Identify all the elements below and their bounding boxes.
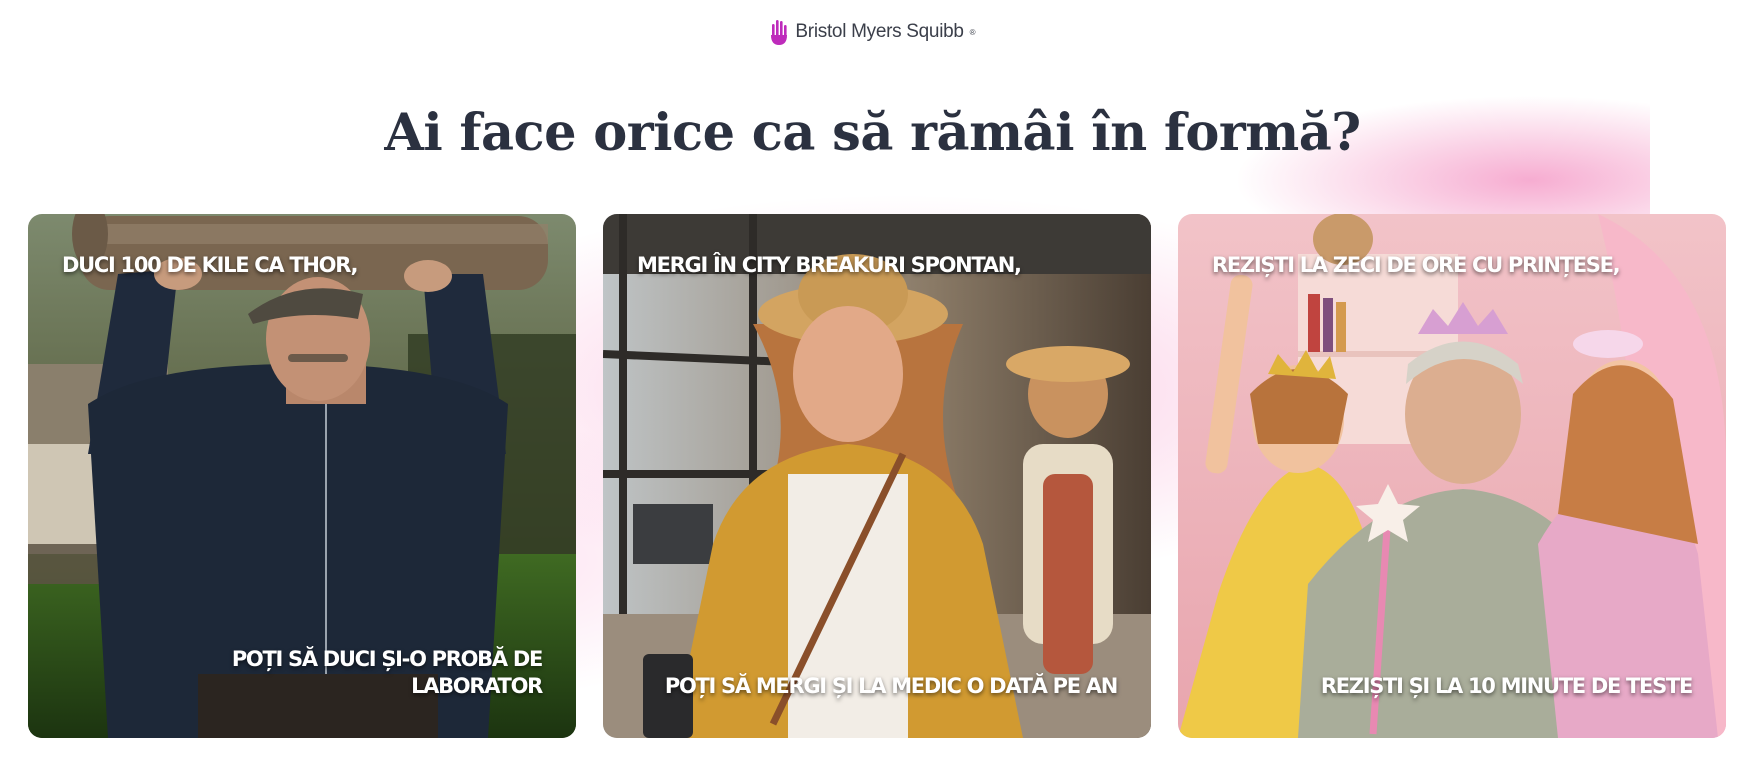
- card-bottom-caption: POȚI SĂ DUCI ȘI-O PROBĂ DE LABORATOR: [231, 647, 543, 698]
- photo-grandpa-princesses: [1178, 214, 1726, 738]
- card-bottom-caption: REZIȘTI ȘI LA 10 MINUTE DE TESTE: [1320, 674, 1693, 698]
- page-headline: Ai face orice ca să rămâi în formă?: [384, 103, 1361, 163]
- card-top-caption: DUCI 100 DE KILE CA THOR,: [62, 253, 358, 277]
- registered-mark: ®: [969, 27, 976, 37]
- card-bottom-caption: POȚI SĂ MERGI ȘI LA MEDIC O DATĂ PE AN: [664, 674, 1118, 698]
- card-thor[interactable]: DUCI 100 DE KILE CA THOR, POȚI SĂ DUCI Ș…: [28, 214, 576, 738]
- hand-icon: [771, 20, 788, 45]
- brand-logo[interactable]: Bristol Myers Squibb ®: [0, 18, 1745, 46]
- card-city-break[interactable]: MERGI ÎN CITY BREAKURI SPONTAN, POȚI SĂ …: [603, 214, 1151, 738]
- card-top-caption: MERGI ÎN CITY BREAKURI SPONTAN,: [637, 253, 1022, 277]
- brand-name: Bristol Myers Squibb: [795, 21, 964, 42]
- card-princesses[interactable]: REZIȘTI LA ZECI DE ORE CU PRINȚESE, REZI…: [1178, 214, 1726, 738]
- card-top-caption: REZIȘTI LA ZECI DE ORE CU PRINȚESE,: [1212, 253, 1621, 277]
- photo-woman-airport: [603, 214, 1151, 738]
